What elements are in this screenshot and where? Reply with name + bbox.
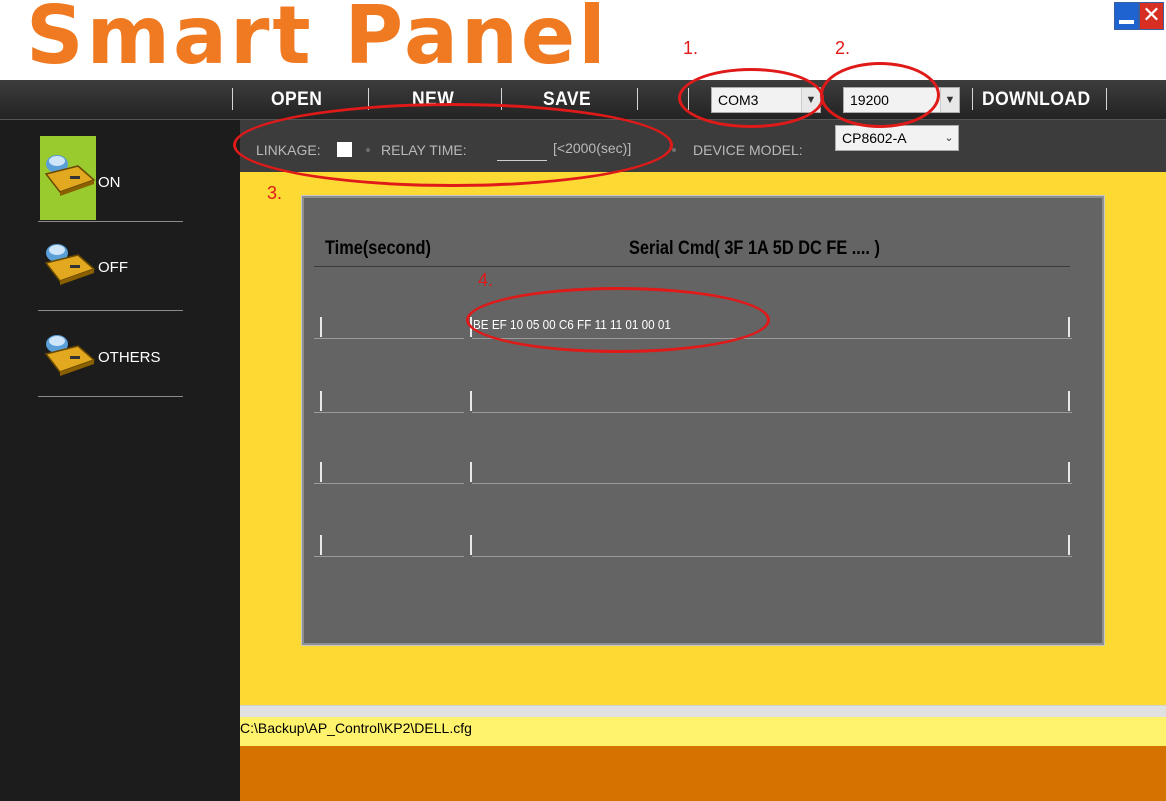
device-model-select[interactable]: CP8602-A ⌄ (835, 125, 959, 151)
menu-separator (972, 88, 973, 110)
app-title-area: Smart Panel (8, 0, 708, 82)
linkage-label: LINKAGE: (256, 142, 321, 158)
download-button[interactable]: DOWNLOAD (982, 80, 1091, 119)
device-model-label: DEVICE MODEL: (693, 142, 803, 158)
sidebar-divider (38, 396, 183, 397)
cmd-cell-row4[interactable] (472, 556, 1072, 557)
cmd-value-row1: BE EF 10 05 00 C6 FF 11 11 01 00 01 (473, 317, 671, 332)
menu-separator (1106, 88, 1107, 110)
sidebar-divider (38, 221, 183, 222)
cell-edge (1068, 462, 1070, 482)
status-bar: C:\Backup\AP_Control\KP2\DELL.cfg (240, 717, 1166, 746)
sidebar-item-label: ON (98, 174, 121, 191)
menu-separator (368, 88, 369, 110)
com-port-select[interactable]: COM3 ▼ (711, 87, 821, 113)
cell-edge (1068, 317, 1070, 337)
app-title: Smart Panel (26, 0, 609, 82)
menu-separator (232, 88, 233, 110)
time-cell-row2[interactable] (314, 412, 464, 413)
menu-separator (637, 88, 638, 110)
sidebar-divider (38, 310, 183, 311)
device-others-icon (44, 335, 96, 376)
time-cell-row1[interactable] (314, 338, 464, 339)
sidebar-item-label: OFF (98, 259, 128, 276)
cell-edge (320, 535, 322, 555)
command-panel: Time(second) Serial Cmd( 3F 1A 5D DC FE … (301, 195, 1105, 646)
separator-dot (366, 148, 370, 152)
relay-time-label: RELAY TIME: (381, 142, 467, 158)
baud-rate-value: 19200 (850, 92, 889, 108)
cell-edge (320, 317, 322, 337)
time-cell-row3[interactable] (314, 483, 464, 484)
cmd-cell-row2[interactable] (472, 412, 1072, 413)
window-controls: ✕ (1114, 2, 1164, 30)
cell-edge (1068, 391, 1070, 411)
new-button[interactable]: NEW (412, 80, 454, 119)
device-off-icon (44, 244, 96, 285)
cell-edge (1068, 535, 1070, 555)
save-button[interactable]: SAVE (543, 80, 591, 119)
linkage-checkbox[interactable] (337, 142, 352, 157)
relay-time-hint: [<2000(sec)] (553, 140, 632, 156)
file-path: C:\Backup\AP_Control\KP2\DELL.cfg (240, 720, 472, 736)
minimize-button[interactable] (1114, 2, 1139, 30)
cell-edge (320, 391, 322, 411)
config-bar: LINKAGE: RELAY TIME: [<2000(sec)] DEVICE… (240, 120, 1166, 172)
time-column-header: Time(second) (325, 238, 431, 259)
time-cell-row4[interactable] (314, 556, 464, 557)
com-port-value: COM3 (718, 92, 759, 108)
footer-bar (240, 746, 1166, 801)
device-on-icon (44, 155, 96, 196)
menu-separator (688, 88, 689, 110)
chevron-down-icon[interactable]: ⌄ (940, 126, 958, 150)
cell-edge (470, 317, 472, 337)
cell-edge (470, 391, 472, 411)
separator-dot (672, 148, 676, 152)
chevron-down-icon[interactable]: ▼ (801, 88, 820, 112)
menu-bar: OPEN NEW SAVE COM3 ▼ 19200 ▼ DOWNLOAD (0, 80, 1166, 120)
annotation-label-1: 1. (683, 38, 699, 58)
menu-separator (501, 88, 502, 110)
close-button[interactable]: ✕ (1139, 2, 1164, 30)
device-model-value: CP8602-A (842, 130, 907, 146)
baud-rate-select[interactable]: 19200 ▼ (843, 87, 960, 113)
header-underline (314, 266, 1070, 267)
sidebar: ON OFF OTHERS (0, 120, 240, 801)
cell-edge (320, 462, 322, 482)
annotation-label-4: 4. (478, 270, 494, 290)
chevron-down-icon[interactable]: ▼ (940, 88, 959, 112)
annotation-label-3: 3. (267, 183, 283, 203)
cmd-cell-row3[interactable] (472, 483, 1072, 484)
open-button[interactable]: OPEN (271, 80, 322, 119)
sidebar-item-on[interactable]: ON (38, 120, 183, 220)
sidebar-item-off[interactable]: OFF (38, 232, 183, 318)
cmd-column-header: Serial Cmd( 3F 1A 5D DC FE .... ) (629, 238, 880, 259)
main-area: Time(second) Serial Cmd( 3F 1A 5D DC FE … (240, 172, 1166, 705)
sidebar-item-label: OTHERS (98, 349, 161, 366)
cmd-cell-row1[interactable] (472, 338, 1072, 339)
relay-time-input[interactable] (497, 138, 547, 161)
cell-edge (470, 535, 472, 555)
cell-edge (470, 462, 472, 482)
annotation-label-2: 2. (835, 38, 851, 58)
